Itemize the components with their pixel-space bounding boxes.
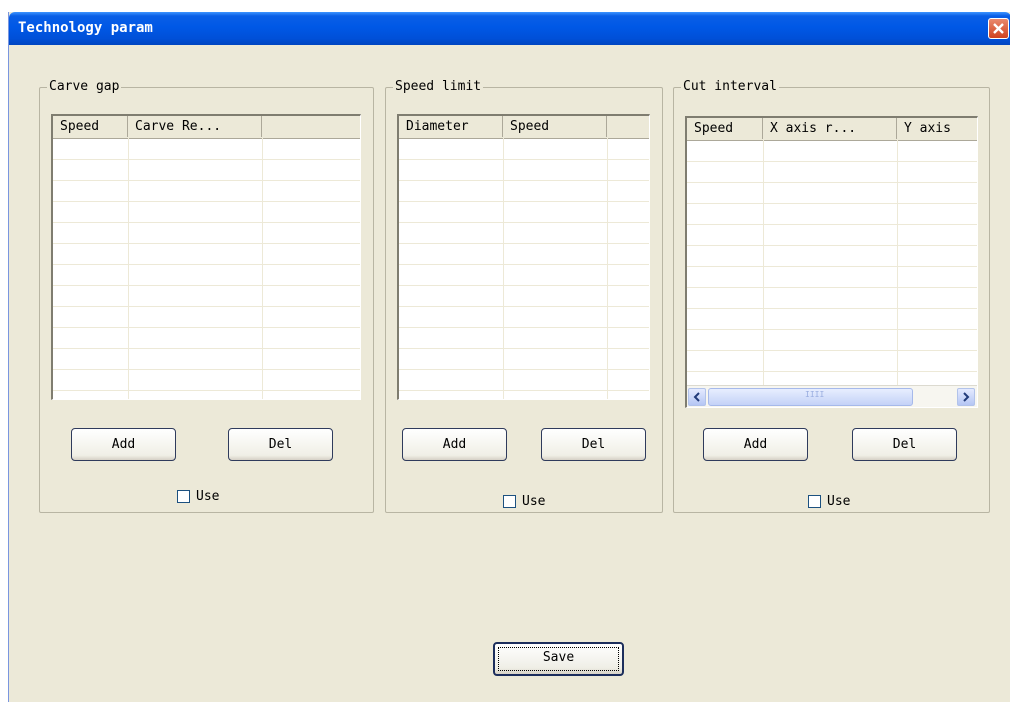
column-header-carve-re[interactable]: Carve Re... <box>128 116 262 137</box>
carve-gap-group: Carve gap Speed Carve Re... Add Del Use <box>39 78 374 513</box>
scroll-left-button[interactable] <box>688 388 706 406</box>
speed-limit-use-box[interactable] <box>503 495 516 508</box>
close-button[interactable] <box>988 18 1009 39</box>
close-icon <box>993 23 1004 34</box>
title-bar[interactable]: Technology param <box>9 12 1010 45</box>
column-header-speed[interactable]: Speed <box>53 116 128 137</box>
carve-gap-add-button[interactable]: Add <box>71 428 176 461</box>
speed-limit-list-header: Diameter Speed <box>399 116 649 139</box>
save-button[interactable]: Save <box>493 642 624 676</box>
speed-limit-list[interactable]: Diameter Speed <box>397 114 650 400</box>
focus-rectangle <box>498 647 619 671</box>
column-header-speed[interactable]: Speed <box>687 118 763 139</box>
carve-gap-use-box[interactable] <box>177 490 190 503</box>
speed-limit-add-button[interactable]: Add <box>402 428 507 461</box>
scroll-right-button[interactable] <box>957 388 975 406</box>
speed-limit-use-checkbox[interactable]: Use <box>503 494 545 509</box>
carve-gap-use-label: Use <box>196 489 220 504</box>
carve-gap-del-button[interactable]: Del <box>228 428 333 461</box>
column-header-x-axis[interactable]: X axis r... <box>763 118 897 139</box>
column-header-empty[interactable] <box>607 116 649 137</box>
speed-limit-legend: Speed limit <box>393 78 484 96</box>
chevron-right-icon <box>963 392 970 402</box>
carve-gap-use-checkbox[interactable]: Use <box>177 489 219 504</box>
column-header-speed[interactable]: Speed <box>503 116 607 137</box>
scroll-thumb[interactable]: IIII <box>708 388 913 406</box>
column-header-y-axis[interactable]: Y axis <box>897 118 977 139</box>
cut-interval-del-button[interactable]: Del <box>852 428 957 461</box>
window-title: Technology param <box>18 20 153 36</box>
horizontal-scrollbar[interactable]: IIII <box>687 385 977 407</box>
cut-interval-list[interactable]: Speed X axis r... Y axis IIII <box>685 116 978 408</box>
carve-gap-list-header: Speed Carve Re... <box>53 116 360 139</box>
cut-interval-use-label: Use <box>827 494 851 509</box>
carve-gap-legend: Carve gap <box>47 78 122 96</box>
speed-limit-del-button[interactable]: Del <box>541 428 646 461</box>
cut-interval-group: Cut interval Speed X axis r... Y axis II… <box>673 78 990 513</box>
scroll-thumb-grip: IIII <box>805 390 825 399</box>
carve-gap-list[interactable]: Speed Carve Re... <box>51 114 361 400</box>
cut-interval-legend: Cut interval <box>681 78 779 96</box>
speed-limit-use-label: Use <box>522 494 546 509</box>
chevron-left-icon <box>693 392 700 402</box>
technology-param-window: Technology param Carve gap Speed Carve R… <box>8 12 1010 702</box>
cut-interval-add-button[interactable]: Add <box>703 428 808 461</box>
cut-interval-list-header: Speed X axis r... Y axis <box>687 118 977 141</box>
speed-limit-group: Speed limit Diameter Speed Add Del Use <box>385 78 663 513</box>
cut-interval-use-checkbox[interactable]: Use <box>808 494 850 509</box>
cut-interval-use-box[interactable] <box>808 495 821 508</box>
column-header-diameter[interactable]: Diameter <box>399 116 503 137</box>
column-header-empty[interactable] <box>262 116 360 137</box>
